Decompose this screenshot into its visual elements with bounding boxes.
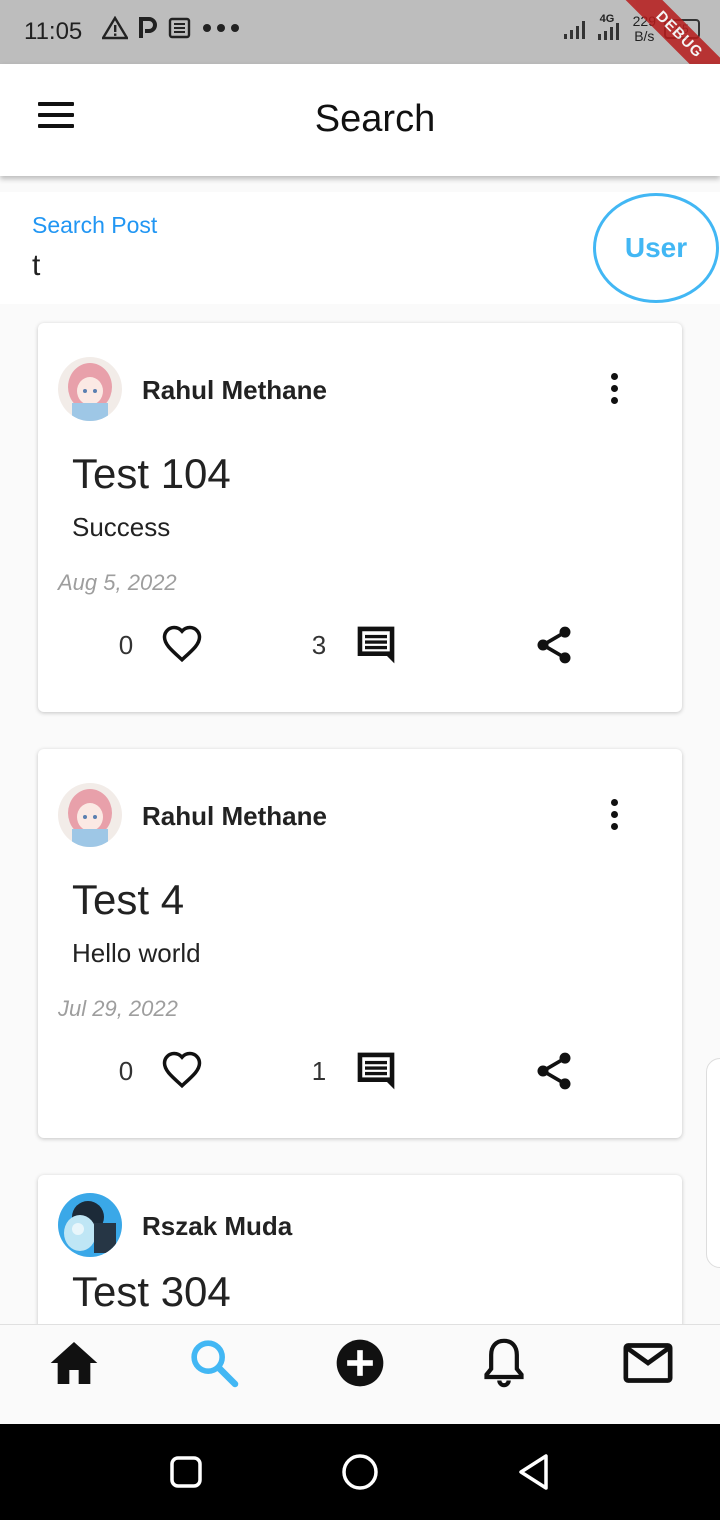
status-notification-icons (102, 16, 240, 40)
comment-icon[interactable] (354, 623, 398, 667)
avatar[interactable] (58, 357, 122, 421)
share-icon[interactable] (532, 1049, 576, 1093)
comment-count: 1 (311, 1056, 327, 1086)
post-body: Hello world (72, 938, 201, 968)
nav-add-post[interactable] (330, 1335, 390, 1391)
comment-icon[interactable] (354, 1049, 398, 1093)
status-time: 11:05 (24, 18, 83, 45)
page-title: Search (314, 98, 436, 140)
back-button[interactable] (516, 1450, 552, 1494)
nav-notifications[interactable] (474, 1335, 534, 1391)
signal-4g-icon: 4G (597, 13, 625, 42)
home-system-button[interactable] (340, 1450, 380, 1494)
nav-messages[interactable] (618, 1335, 678, 1391)
post-card[interactable]: Rszak Muda Test 304 (38, 1175, 682, 1324)
edge-panel-handle[interactable] (706, 1058, 720, 1268)
post-card[interactable]: Rahul Methane Test 104 Success Aug 5, 20… (38, 323, 682, 712)
mail-icon (623, 1343, 673, 1383)
search-input[interactable] (32, 246, 572, 286)
signal-icon (563, 21, 585, 39)
nav-home[interactable] (44, 1335, 104, 1391)
nav-search[interactable] (184, 1335, 244, 1391)
heart-icon[interactable] (160, 1049, 204, 1091)
post-more-button[interactable] (600, 369, 628, 409)
status-bar: 11:05 4G 229 B/s 55 DEBUG (0, 0, 720, 98)
post-card[interactable]: Rahul Methane Test 4 Hello world Jul 29,… (38, 749, 682, 1138)
more-notifications-icon (203, 24, 239, 32)
share-icon[interactable] (532, 623, 576, 667)
system-nav-bar (0, 1424, 720, 1520)
post-feed: Rahul Methane Test 104 Success Aug 5, 20… (0, 304, 720, 1324)
add-circle-icon (336, 1339, 384, 1387)
post-author[interactable]: Rszak Muda (142, 1211, 292, 1242)
post-body: Success (72, 512, 171, 542)
search-label: Search Post (32, 212, 158, 238)
app-bar: Search (0, 64, 720, 176)
square-icon (170, 1456, 202, 1488)
news-icon (168, 17, 191, 39)
post-title: Test 304 (72, 1268, 231, 1315)
post-date: Jul 29, 2022 (58, 996, 178, 1021)
heart-icon[interactable] (160, 623, 204, 665)
warning-icon (102, 16, 128, 40)
comment-count: 3 (311, 630, 327, 660)
post-date: Aug 5, 2022 (58, 570, 177, 595)
user-search-button[interactable]: User (593, 193, 719, 303)
more-vert-icon (610, 373, 618, 380)
post-title: Test 4 (72, 876, 185, 923)
home-icon (50, 1342, 98, 1384)
post-author[interactable]: Rahul Methane (142, 375, 327, 406)
like-count: 0 (118, 1056, 134, 1086)
post-author[interactable]: Rahul Methane (142, 801, 327, 832)
post-title: Test 104 (72, 450, 231, 497)
recents-button[interactable] (168, 1450, 204, 1494)
bell-icon (484, 1338, 524, 1388)
post-more-button[interactable] (600, 795, 628, 835)
back-triangle-icon (519, 1454, 548, 1490)
parking-icon (139, 17, 157, 38)
search-icon (191, 1340, 239, 1388)
avatar[interactable] (58, 1193, 122, 1257)
bottom-nav (0, 1324, 720, 1424)
like-count: 0 (118, 630, 134, 660)
more-vert-icon (610, 799, 618, 806)
circle-icon (342, 1454, 378, 1490)
avatar[interactable] (58, 783, 122, 847)
